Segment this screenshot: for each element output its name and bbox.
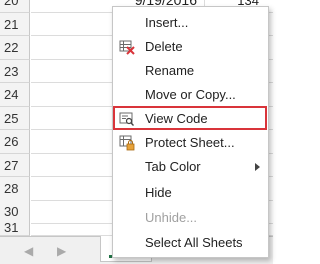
row-header[interactable]: 27: [0, 153, 30, 177]
menu-item-label: Unhide...: [145, 210, 198, 225]
menu-item-unhide: Unhide...: [113, 206, 268, 230]
menu-item-select-all-sheets[interactable]: Select All Sheets: [113, 231, 268, 255]
menu-item-rename[interactable]: Rename: [113, 59, 268, 83]
menu-item-label: Move or Copy...: [145, 87, 236, 102]
menu-item-label: Tab Color: [145, 159, 201, 174]
menu-item-label: View Code: [145, 111, 208, 126]
view-code-icon: [119, 111, 135, 127]
delete-sheet-icon: [119, 39, 135, 55]
menu-item-move-or-copy[interactable]: Move or Copy...: [113, 83, 268, 107]
scroll-tabs-right-icon[interactable]: ▶: [57, 244, 66, 258]
menu-item-tab-color[interactable]: Tab Color: [113, 155, 268, 179]
menu-item-label: Hide: [145, 185, 172, 200]
row-header[interactable]: 21: [0, 12, 30, 36]
row-header[interactable]: 29: [0, 200, 30, 224]
menu-item-label: Select All Sheets: [145, 235, 243, 250]
row-header[interactable]: 22: [0, 36, 30, 60]
protect-sheet-icon: [119, 135, 135, 151]
sheet-context-menu: Insert... Delete Rename Move or Copy...: [112, 6, 269, 258]
row-header[interactable]: 20: [0, 0, 30, 13]
menu-item-hide[interactable]: Hide: [113, 181, 268, 205]
menu-item-label: Insert...: [145, 15, 189, 30]
row-header[interactable]: 26: [0, 130, 30, 154]
menu-item-view-code[interactable]: View Code: [113, 106, 268, 131]
menu-item-insert[interactable]: Insert...: [113, 11, 268, 35]
scroll-tabs-left-icon[interactable]: ◀: [24, 244, 33, 258]
row-header[interactable]: 28: [0, 177, 30, 201]
row-header[interactable]: 25: [0, 106, 30, 130]
menu-item-label: Delete: [145, 39, 183, 54]
submenu-arrow-icon: [255, 163, 260, 171]
menu-item-label: Rename: [145, 63, 195, 78]
row-header[interactable]: 23: [0, 59, 30, 83]
menu-item-label: Protect Sheet...: [145, 135, 235, 150]
row-header[interactable]: 24: [0, 83, 30, 107]
menu-item-delete[interactable]: Delete: [113, 35, 268, 59]
menu-item-protect-sheet[interactable]: Protect Sheet...: [113, 131, 268, 155]
